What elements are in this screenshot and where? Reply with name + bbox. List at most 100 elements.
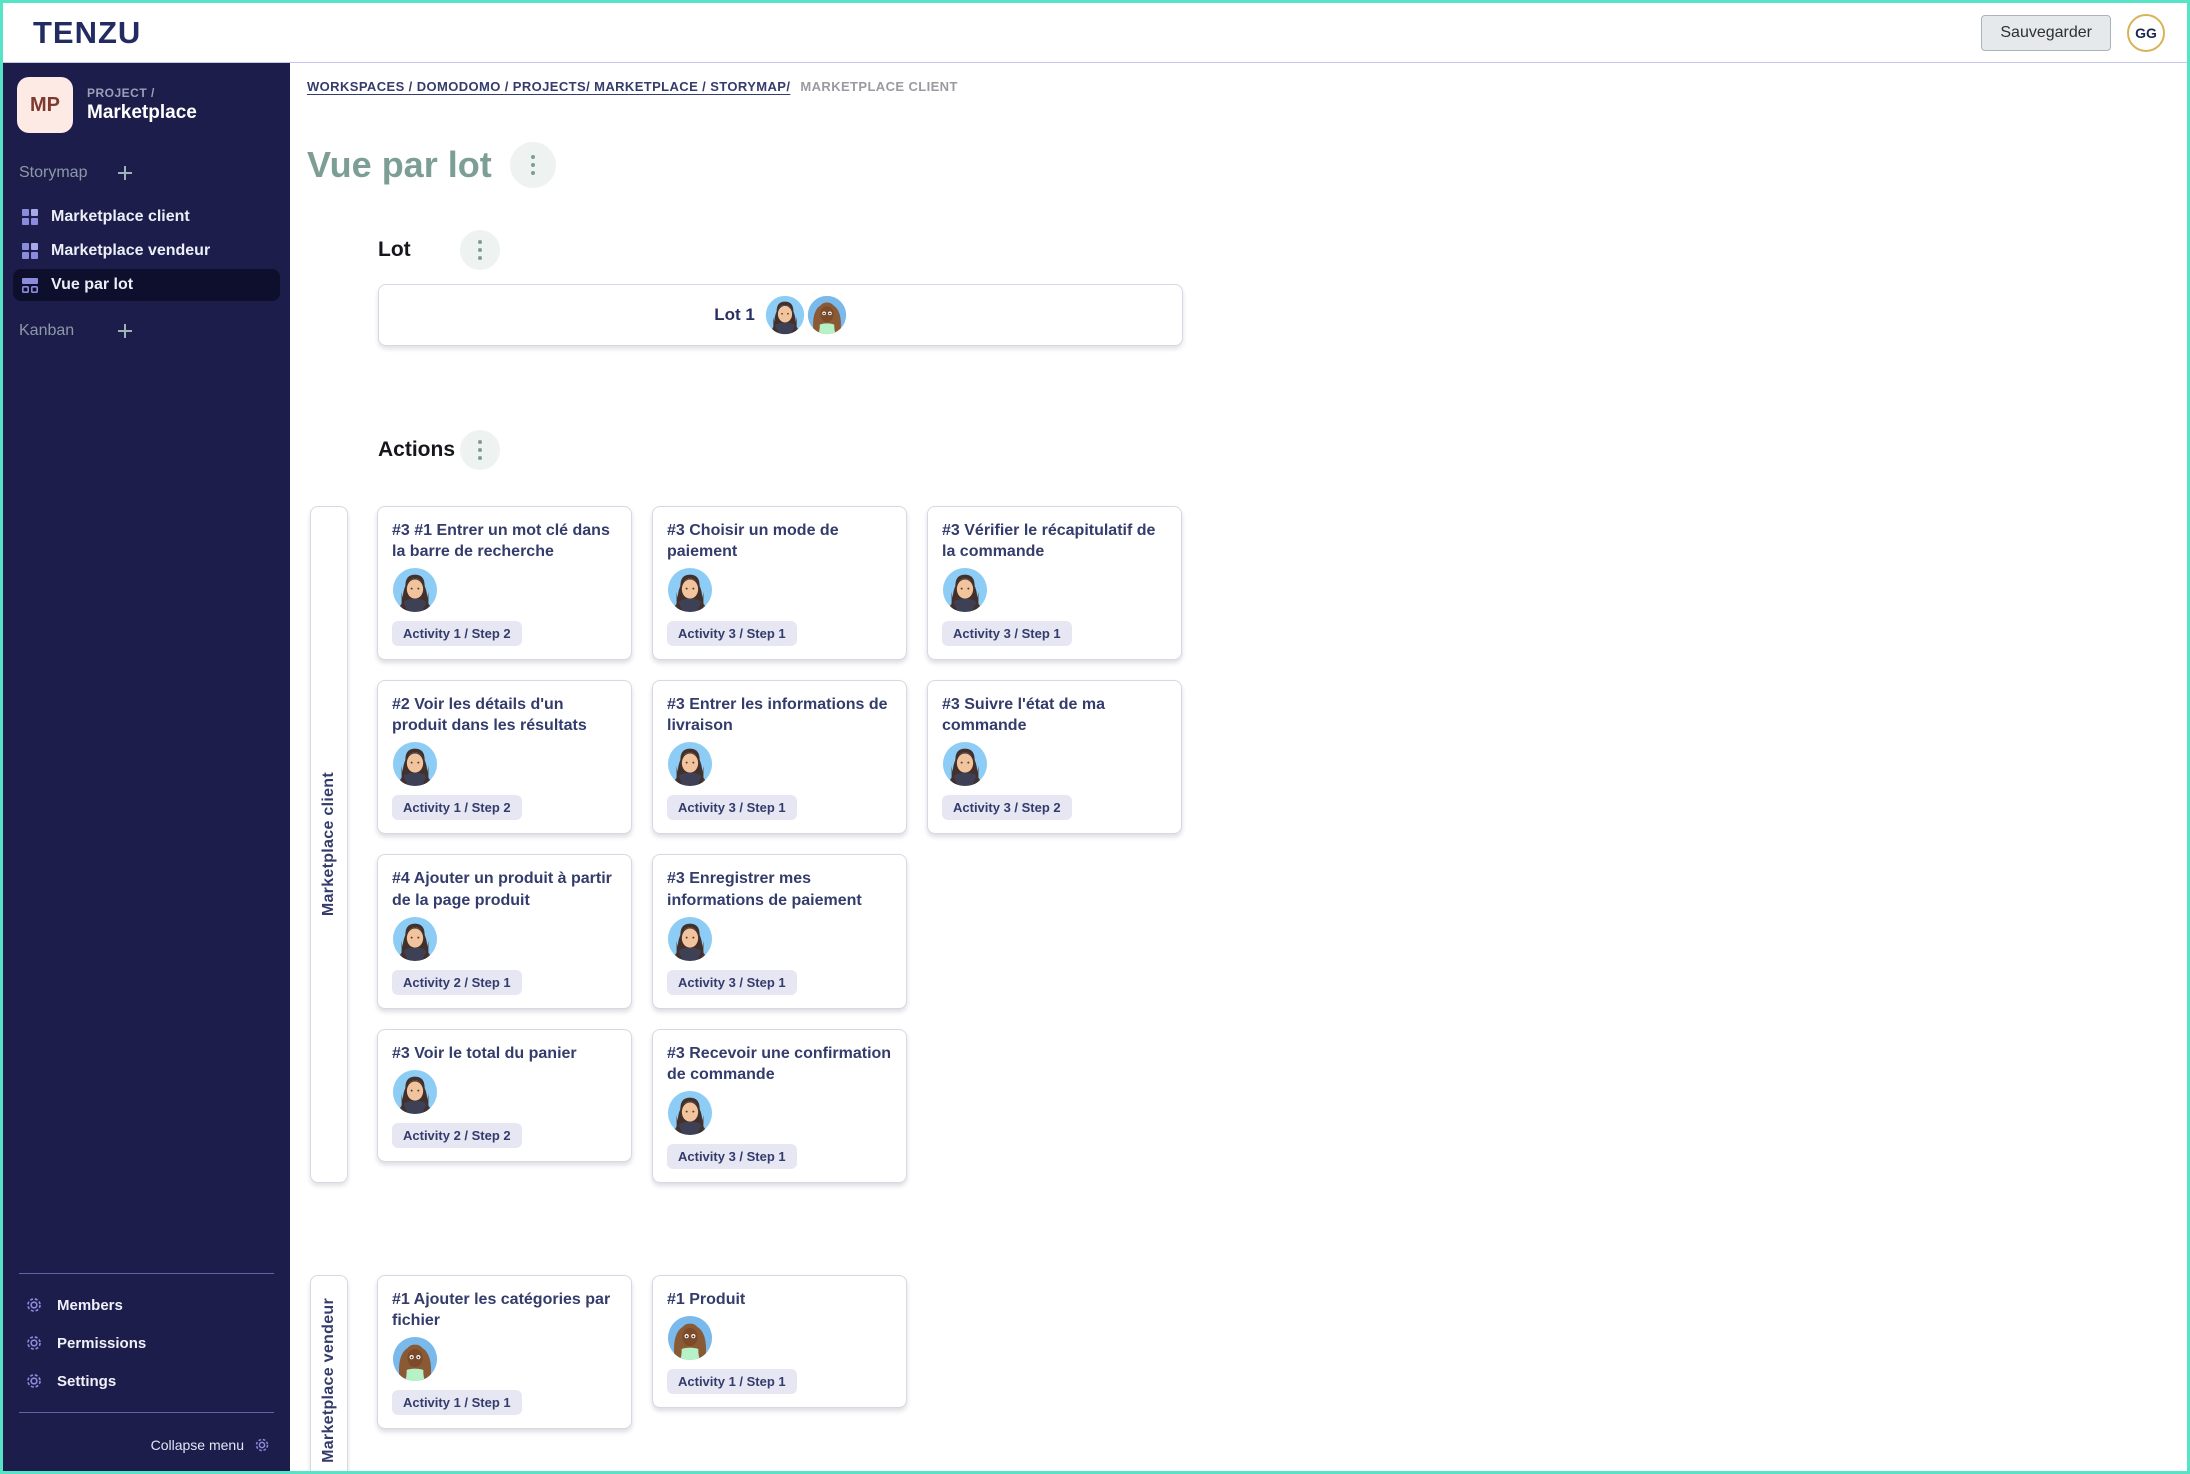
row-layout-icon bbox=[21, 276, 39, 294]
story-card-title: #3 Suivre l'état de ma commande bbox=[942, 694, 1167, 736]
actions-kebab-menu-icon[interactable] bbox=[460, 430, 500, 470]
gear-icon bbox=[252, 1435, 272, 1455]
client-card-grid: #3 #1 Entrer un mot clé dans la barre de… bbox=[377, 506, 1182, 1183]
storymap-section-label: Storymap bbox=[19, 164, 115, 182]
sidebar-item-vue-par-lot[interactable]: Vue par lot bbox=[13, 269, 280, 301]
app-window: TENZU Sauvegarder GG MP PROJECT / Market… bbox=[0, 0, 2190, 1474]
main-content: WORKSPACES / DOMODOMO / PROJECTS/ MARKET… bbox=[290, 63, 2187, 1471]
story-card-title: #1 Ajouter les catégories par fichier bbox=[392, 1289, 617, 1331]
client-avatar bbox=[667, 1090, 713, 1136]
project-switcher[interactable]: MP PROJECT / Marketplace bbox=[17, 77, 276, 133]
sidebar-item-label: Members bbox=[57, 1297, 123, 1314]
breadcrumb-trail-link[interactable]: WORKSPACES / DOMODOMO / PROJECTS/ MARKET… bbox=[307, 79, 790, 94]
activity-step-badge: Activity 3 / Step 1 bbox=[667, 1144, 797, 1169]
sidebar-item-marketplace-client[interactable]: Marketplace client bbox=[13, 201, 280, 233]
story-card-title: #3 #1 Entrer un mot clé dans la barre de… bbox=[392, 520, 617, 562]
activity-step-badge: Activity 3 / Step 1 bbox=[942, 621, 1072, 646]
group-label: Marketplace client bbox=[320, 772, 338, 916]
tenzu-logo[interactable]: TENZU bbox=[33, 15, 141, 51]
add-storymap-button[interactable] bbox=[115, 163, 135, 183]
story-card-title: #3 Entrer les informations de livraison bbox=[667, 694, 892, 736]
story-card-title: #3 Enregistrer mes informations de paiem… bbox=[667, 868, 892, 910]
page-title: Vue par lot bbox=[307, 144, 492, 186]
story-card-title: #3 Voir le total du panier bbox=[392, 1043, 617, 1064]
activity-step-badge: Activity 2 / Step 2 bbox=[392, 1123, 522, 1148]
sidebar-item-label: Vue par lot bbox=[51, 276, 133, 294]
storymap-grid-icon bbox=[21, 208, 39, 226]
project-kicker: PROJECT / bbox=[87, 86, 197, 100]
client-avatar bbox=[392, 741, 438, 787]
vendor-avatar bbox=[807, 295, 847, 335]
sidebar-divider bbox=[19, 1273, 274, 1274]
lot-card[interactable]: Lot 1 bbox=[378, 284, 1183, 346]
lot-section-header: Lot bbox=[378, 230, 2187, 270]
plus-icon bbox=[115, 163, 135, 183]
story-card-title: #3 Recevoir une confirmation de commande bbox=[667, 1043, 892, 1085]
client-avatar bbox=[392, 916, 438, 962]
story-card[interactable]: #3 Choisir un mode de paiement Activity … bbox=[652, 506, 907, 660]
activity-step-badge: Activity 3 / Step 1 bbox=[667, 970, 797, 995]
activity-step-badge: Activity 1 / Step 1 bbox=[667, 1369, 797, 1394]
story-card[interactable]: #3 Enregistrer mes informations de paiem… bbox=[652, 854, 907, 1008]
breadcrumb: WORKSPACES / DOMODOMO / PROJECTS/ MARKET… bbox=[307, 79, 2187, 94]
lot-kebab-menu-icon[interactable] bbox=[460, 230, 500, 270]
user-avatar[interactable]: GG bbox=[2127, 14, 2165, 52]
breadcrumb-current: MARKETPLACE CLIENT bbox=[800, 79, 957, 94]
storymap-nav: Marketplace client Marketplace vendeur V… bbox=[3, 199, 290, 303]
kanban-section-label: Kanban bbox=[19, 322, 115, 340]
story-card-title: #2 Voir les détails d'un produit dans le… bbox=[392, 694, 617, 736]
activity-step-badge: Activity 3 / Step 1 bbox=[667, 621, 797, 646]
sidebar-spacer bbox=[3, 347, 290, 1261]
group-handle-client[interactable]: Marketplace client bbox=[310, 506, 348, 1183]
activity-step-badge: Activity 1 / Step 1 bbox=[392, 1390, 522, 1415]
collapse-menu-button[interactable]: Collapse menu bbox=[3, 1425, 290, 1461]
story-card[interactable]: #3 #1 Entrer un mot clé dans la barre de… bbox=[377, 506, 632, 660]
activity-step-badge: Activity 3 / Step 1 bbox=[667, 795, 797, 820]
project-name: Marketplace bbox=[87, 102, 197, 124]
story-card[interactable]: #3 Suivre l'état de ma commande Activity… bbox=[927, 680, 1182, 834]
sidebar-item-label: Marketplace client bbox=[51, 208, 190, 226]
kanban-section-header: Kanban bbox=[19, 321, 274, 341]
lot-name: Lot 1 bbox=[714, 305, 755, 325]
sidebar-divider bbox=[19, 1412, 274, 1413]
story-card[interactable]: #2 Voir les détails d'un produit dans le… bbox=[377, 680, 632, 834]
story-card[interactable]: #3 Recevoir une confirmation de commande… bbox=[652, 1029, 907, 1183]
collapse-menu-label: Collapse menu bbox=[151, 1437, 244, 1453]
group-handle-vendor[interactable]: Marketplace vendeur bbox=[310, 1275, 348, 1471]
actions-section-label: Actions bbox=[378, 438, 460, 462]
gear-icon bbox=[23, 1332, 45, 1354]
story-card[interactable]: #3 Vérifier le récapitulatif de la comma… bbox=[927, 506, 1182, 660]
vendor-card-grid: #1 Ajouter les catégories par fichier Ac… bbox=[377, 1275, 1182, 1471]
sidebar-item-members[interactable]: Members bbox=[3, 1286, 290, 1324]
client-avatar bbox=[667, 567, 713, 613]
topbar-actions: Sauvegarder GG bbox=[1981, 14, 2165, 52]
story-card[interactable]: #3 Entrer les informations de livraison … bbox=[652, 680, 907, 834]
story-card-title: #1 Produit bbox=[667, 1289, 892, 1310]
sidebar-item-permissions[interactable]: Permissions bbox=[3, 1324, 290, 1362]
client-avatar bbox=[942, 741, 988, 787]
storymap-grid-icon bbox=[21, 242, 39, 260]
actions-section-header: Actions bbox=[378, 430, 2187, 470]
sidebar-item-label: Settings bbox=[57, 1373, 116, 1390]
activity-step-badge: Activity 1 / Step 2 bbox=[392, 795, 522, 820]
sidebar-item-marketplace-vendeur[interactable]: Marketplace vendeur bbox=[13, 235, 280, 267]
client-avatar bbox=[392, 1069, 438, 1115]
story-card-title: #3 Vérifier le récapitulatif de la comma… bbox=[942, 520, 1167, 562]
story-card[interactable]: #3 Voir le total du panier Activity 2 / … bbox=[377, 1029, 632, 1162]
story-card[interactable]: #1 Produit Activity 1 / Step 1 bbox=[652, 1275, 907, 1408]
client-avatar bbox=[765, 295, 805, 335]
sidebar: MP PROJECT / Marketplace Storymap Market… bbox=[3, 63, 290, 1471]
save-button[interactable]: Sauvegarder bbox=[1981, 15, 2111, 51]
storymap-group-client: Marketplace client #3 #1 Entrer un mot c… bbox=[310, 506, 2187, 1183]
topbar: TENZU Sauvegarder GG bbox=[3, 3, 2187, 63]
activity-step-badge: Activity 2 / Step 1 bbox=[392, 970, 522, 995]
gear-icon bbox=[23, 1294, 45, 1316]
plus-icon bbox=[115, 321, 135, 341]
page-title-kebab-menu-icon[interactable] bbox=[510, 142, 556, 188]
client-avatar bbox=[942, 567, 988, 613]
story-card[interactable]: #4 Ajouter un produit à partir de la pag… bbox=[377, 854, 632, 1008]
sidebar-item-settings[interactable]: Settings bbox=[3, 1362, 290, 1400]
story-card[interactable]: #1 Ajouter les catégories par fichier Ac… bbox=[377, 1275, 632, 1429]
add-kanban-button[interactable] bbox=[115, 321, 135, 341]
page-title-row: Vue par lot bbox=[307, 142, 2187, 188]
